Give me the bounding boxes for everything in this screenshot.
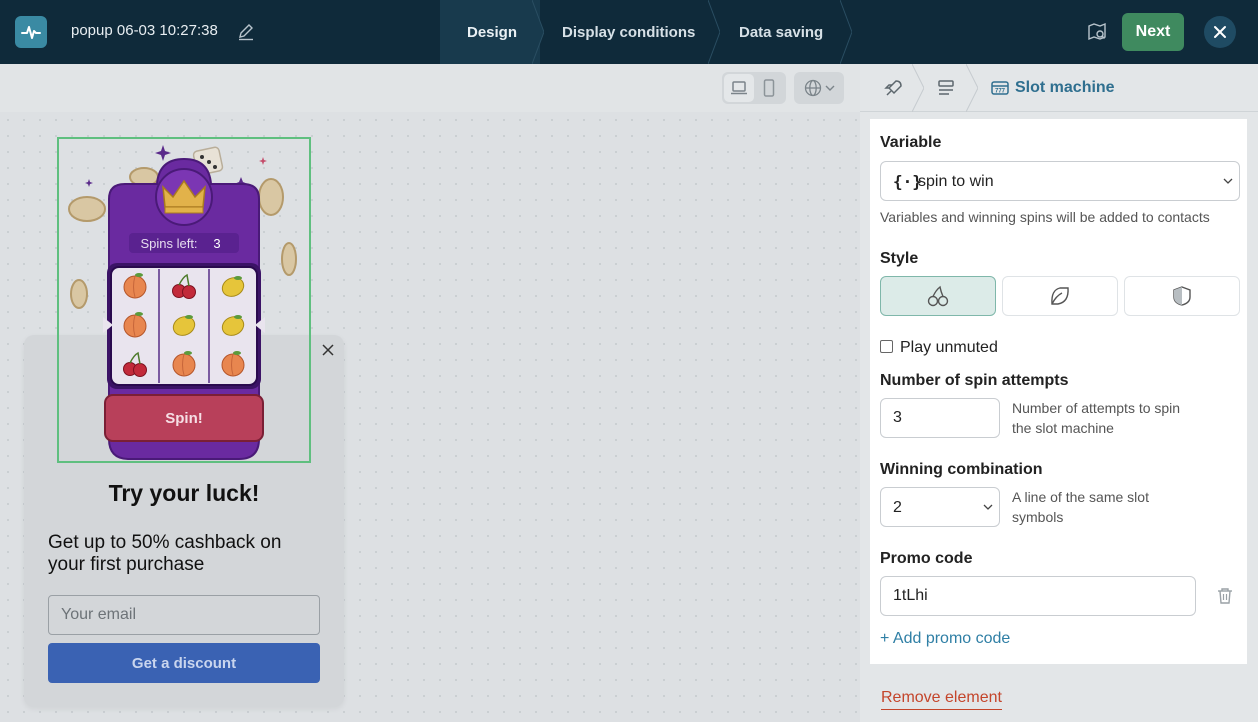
step-design[interactable]: Design <box>440 0 540 64</box>
laptop-icon <box>731 81 747 95</box>
promo-code-input[interactable]: 1tLhi <box>880 576 1196 616</box>
rocket-icon[interactable] <box>884 78 904 98</box>
shield-icon <box>1173 286 1191 306</box>
layers-icon[interactable] <box>936 78 956 98</box>
popup-heading: Try your luck! <box>108 480 260 506</box>
promo-code-value: 1tLhi <box>893 587 928 604</box>
chevron-down-icon <box>1223 178 1233 184</box>
popup-title: popup 06-03 10:27:38 <box>71 22 218 39</box>
winning-combination-value: 2 <box>893 499 902 516</box>
breadcrumb-divider <box>966 64 978 112</box>
slot-machine-icon: 777 <box>991 81 1009 95</box>
pencil-icon[interactable] <box>237 23 255 41</box>
leaf-icon <box>1051 287 1069 305</box>
step-design-label: Design <box>467 23 518 41</box>
close-editor-button[interactable] <box>1204 16 1236 48</box>
chevron-down-icon <box>825 85 834 91</box>
pulse-icon <box>21 26 41 39</box>
promo-code-label: Promo code <box>880 550 973 567</box>
step-data-saving-label: Data saving <box>739 23 824 41</box>
phone-icon <box>763 79 775 97</box>
play-unmuted-label: Play unmuted <box>900 339 998 356</box>
winning-combination-hint: A line of the same slot symbols <box>1012 489 1149 525</box>
top-bar: popup 06-03 10:27:38 Design Display cond… <box>0 0 1258 64</box>
winning-combination-label: Winning combination <box>880 461 1043 478</box>
variable-select-value: spin to win <box>918 173 994 190</box>
language-selector[interactable] <box>794 72 844 104</box>
mobile-view-button[interactable] <box>754 74 784 102</box>
panel-title: Slot machine <box>1015 79 1115 96</box>
winning-combination-select[interactable]: 2 <box>880 487 1000 527</box>
desktop-view-button[interactable] <box>724 74 754 102</box>
spin-attempts-label: Number of spin attempts <box>880 372 1069 389</box>
chevron-down-icon <box>983 504 993 510</box>
remove-element-link[interactable]: Remove element <box>881 689 1002 710</box>
add-promo-code-link[interactable]: + Add promo code <box>880 630 1010 648</box>
next-button[interactable]: Next <box>1122 13 1184 51</box>
cherry-icon <box>927 285 949 307</box>
selected-element-outline[interactable] <box>57 137 311 463</box>
style-option-leaf[interactable] <box>1002 276 1118 316</box>
popup-close-icon[interactable] <box>320 342 336 358</box>
play-unmuted-checkbox[interactable] <box>880 340 893 353</box>
trash-icon[interactable] <box>1216 587 1234 605</box>
spin-attempts-input[interactable]: 3 <box>880 398 1000 438</box>
get-discount-button[interactable]: Get a discount <box>48 643 320 683</box>
step-display-conditions[interactable]: Display conditions <box>562 0 695 64</box>
close-icon <box>1214 26 1226 38</box>
panel-breadcrumb: 777 Slot machine <box>860 64 1258 112</box>
style-option-cherry[interactable] <box>880 276 996 316</box>
step-divider <box>532 0 544 64</box>
app-logo[interactable] <box>15 16 47 48</box>
breadcrumb-divider <box>912 64 924 112</box>
svg-text:777: 777 <box>995 89 1006 95</box>
step-data-saving[interactable]: Data saving <box>739 0 823 64</box>
device-switcher <box>722 72 786 104</box>
variable-hint: Variables and winning spins will be adde… <box>880 209 1210 225</box>
spin-attempts-value: 3 <box>893 409 902 426</box>
variable-select[interactable]: {·} spin to win <box>880 161 1240 201</box>
variable-label: Variable <box>880 134 942 151</box>
step-divider <box>840 0 852 64</box>
globe-icon <box>804 79 821 97</box>
spin-attempts-hint: Number of attempts to spin the slot mach… <box>1012 400 1181 436</box>
step-display-conditions-label: Display conditions <box>562 23 696 41</box>
email-input[interactable] <box>48 595 320 635</box>
popup-subheading: Get up to 50% cashback on your first pur… <box>48 532 282 575</box>
canvas-toolbar <box>0 64 860 112</box>
step-divider <box>708 0 720 64</box>
preview-map-icon[interactable] <box>1087 22 1107 42</box>
style-option-shield[interactable] <box>1124 276 1240 316</box>
style-label: Style <box>880 250 919 267</box>
